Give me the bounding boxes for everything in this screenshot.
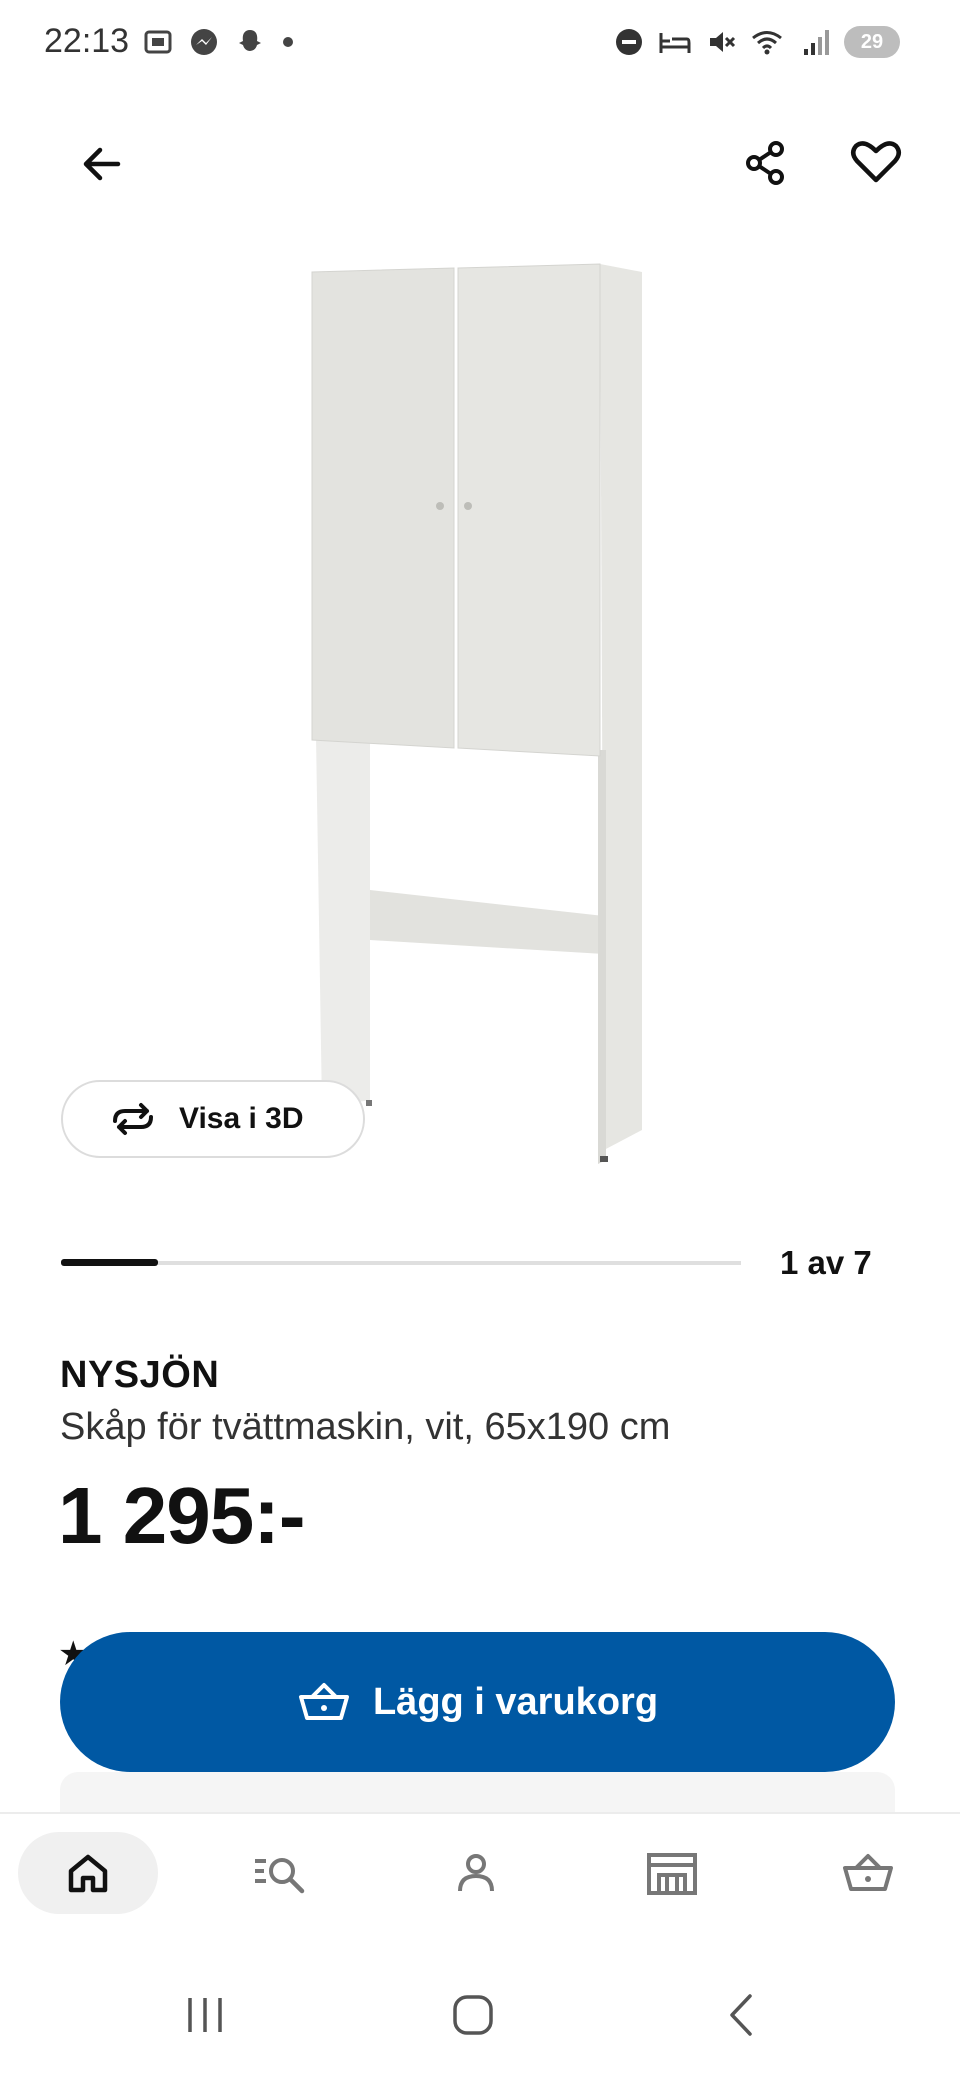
user-icon [458, 1854, 494, 1892]
battery-icon: 29 [844, 26, 900, 58]
system-nav-bar [0, 1962, 960, 2080]
status-time: 22:13 [44, 22, 130, 60]
view-3d-label: Visa i 3D [179, 1102, 304, 1135]
status-bar: 22:13 29 [0, 0, 960, 90]
mute-icon [710, 32, 736, 52]
arrow-left-icon [83, 147, 121, 181]
basket-icon [843, 1854, 893, 1891]
gallery-progress-track [61, 1261, 741, 1265]
system-back-icon[interactable] [718, 1990, 768, 2040]
view-3d-button[interactable]: Visa i 3D [61, 1080, 365, 1158]
bottom-nav [0, 1812, 960, 1964]
nav-cart[interactable] [798, 1832, 938, 1914]
search-list-icon [255, 1858, 305, 1894]
nav-store[interactable] [602, 1832, 742, 1914]
screenshot-icon [144, 30, 172, 54]
favorite-button[interactable] [844, 130, 908, 194]
status-icons-right: 29 [614, 26, 900, 58]
snapchat-icon [239, 30, 261, 51]
gallery-progress-fill [61, 1259, 158, 1266]
messenger-icon [191, 29, 217, 55]
add-to-cart-label: Lägg i varukorg [372, 1680, 659, 1723]
signal-icon [804, 30, 829, 55]
nav-profile[interactable] [406, 1832, 546, 1914]
status-icons-left [142, 26, 296, 58]
info-card-peek [60, 1772, 895, 1812]
heart-icon [851, 141, 901, 183]
add-to-cart-button[interactable]: Lägg i varukorg [60, 1632, 895, 1772]
dnd-icon [616, 29, 642, 55]
home-circle-icon[interactable] [448, 1990, 498, 2040]
wifi-icon [752, 31, 782, 55]
share-icon [746, 141, 784, 185]
product-description: Skåp för tvättmaskin, vit, 65x190 cm [60, 1406, 671, 1448]
product-price: 1 295:- [58, 1471, 305, 1560]
sleep-icon [659, 33, 691, 53]
product-image[interactable] [200, 250, 760, 1190]
home-icon [68, 1854, 108, 1893]
share-button[interactable] [734, 130, 798, 194]
back-button[interactable] [70, 130, 134, 194]
gallery-counter: 1 av 7 [780, 1244, 872, 1281]
product-name: NYSJÖN [60, 1354, 220, 1396]
store-icon [647, 1853, 697, 1895]
rotate-3d-icon [113, 1103, 153, 1135]
dot-icon [283, 37, 293, 47]
recents-icon[interactable] [180, 1990, 230, 2040]
nav-home[interactable] [18, 1832, 158, 1914]
basket-icon [298, 1683, 349, 1720]
nav-search[interactable] [211, 1832, 351, 1914]
